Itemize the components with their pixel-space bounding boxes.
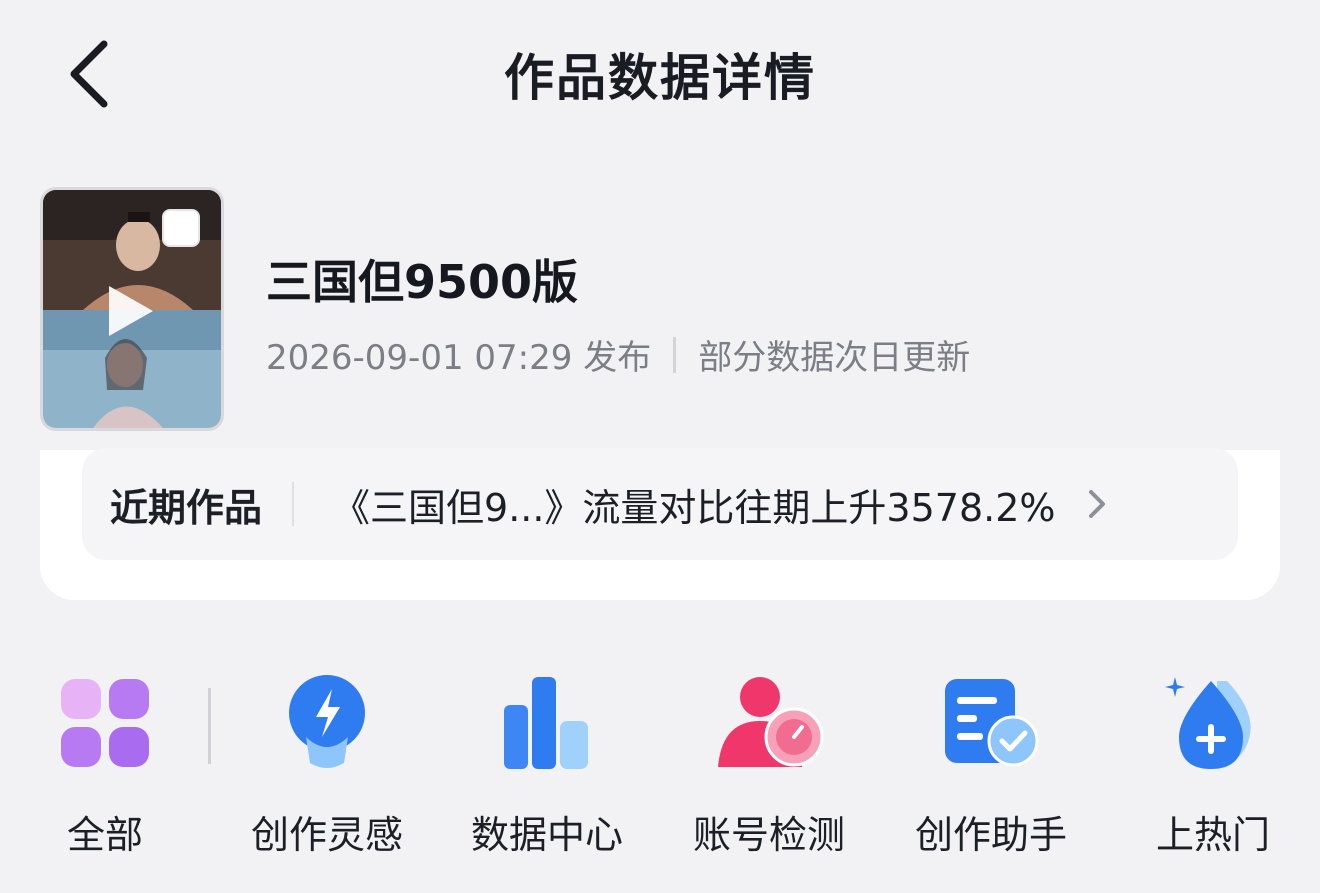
- shortcut-label: 创作助手: [914, 813, 1067, 857]
- chevron-right-icon: [1088, 490, 1105, 518]
- recent-label: 近期作品: [110, 485, 263, 530]
- assistant-doc-icon: [945, 679, 1039, 767]
- account-check-icon: [718, 677, 824, 767]
- recent-divider: [292, 482, 295, 526]
- shortcut-data-center[interactable]: 数据中心: [452, 668, 642, 859]
- page-title: 作品数据详情: [504, 49, 816, 107]
- boost-drop-icon: [1165, 677, 1251, 769]
- thumbnail-image: [43, 190, 221, 428]
- shortcut-label: 账号检测: [692, 813, 845, 857]
- shortcut-bar: 全部 创作灵感 数据中心 账号检测 创作助手 上热门: [0, 668, 1320, 858]
- meta-divider: [673, 336, 677, 373]
- recent-text: 《三国但9...》流量对比往期上升3578.2%: [332, 485, 1056, 530]
- shortcut-label: 全部: [66, 813, 143, 857]
- shortcut-all[interactable]: 全部: [10, 668, 200, 859]
- video-title: 三国但9500版: [266, 255, 579, 309]
- shortcut-account-check[interactable]: 账号检测: [674, 668, 864, 859]
- publish-time: 2026-09-01 07:29 发布: [266, 338, 652, 378]
- shortcut-label: 数据中心: [470, 813, 623, 857]
- video-thumbnail[interactable]: [40, 187, 224, 431]
- shortcut-divider: [208, 688, 211, 764]
- grid-icon: [61, 679, 149, 767]
- update-note: 部分数据次日更新: [698, 338, 971, 378]
- shortcut-label: 创作灵感: [250, 813, 403, 857]
- shortcut-assistant[interactable]: 创作助手: [896, 668, 1086, 859]
- recent-works-row[interactable]: 近期作品 《三国但9...》流量对比往期上升3578.2%: [82, 448, 1238, 560]
- shortcut-boost[interactable]: 上热门: [1118, 668, 1308, 859]
- video-meta: 2026-09-01 07:29 发布 部分数据次日更新: [266, 330, 970, 379]
- lightbulb-icon: [289, 675, 365, 768]
- bar-chart-icon: [504, 677, 588, 769]
- shortcut-inspiration[interactable]: 创作灵感: [232, 668, 422, 859]
- shortcut-label: 上热门: [1155, 813, 1270, 857]
